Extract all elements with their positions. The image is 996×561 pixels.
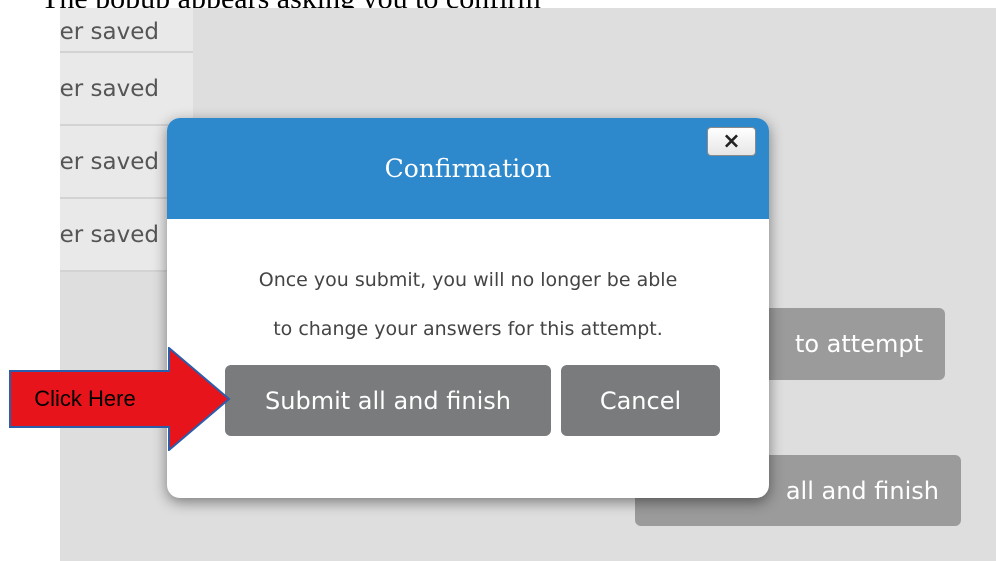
- dialog-header: Confirmation ×: [167, 118, 769, 219]
- status-text: ver saved: [60, 75, 159, 102]
- status-text: ver saved: [60, 19, 159, 45]
- status-row: ver saved: [60, 53, 193, 126]
- submit-all-and-finish-button[interactable]: Submit all and finish: [225, 365, 551, 436]
- cancel-button[interactable]: Cancel: [561, 365, 720, 436]
- confirmation-dialog: Confirmation × Once you submit, you will…: [167, 118, 769, 498]
- dialog-title: Confirmation: [384, 154, 552, 183]
- page: The popup appears asking you to confirm …: [0, 0, 996, 561]
- callout-label: Click Here: [34, 386, 136, 411]
- status-text: ver saved: [60, 148, 159, 175]
- message-line: to change your answers for this attempt.: [273, 318, 663, 340]
- message-line: Once you submit, you will no longer be a…: [258, 269, 678, 291]
- close-icon: ×: [722, 128, 741, 154]
- status-row: ver saved: [60, 8, 193, 53]
- dialog-message: Once you submit, you will no longer be a…: [167, 256, 769, 354]
- status-text: ver saved: [60, 221, 159, 248]
- close-button[interactable]: ×: [707, 127, 756, 156]
